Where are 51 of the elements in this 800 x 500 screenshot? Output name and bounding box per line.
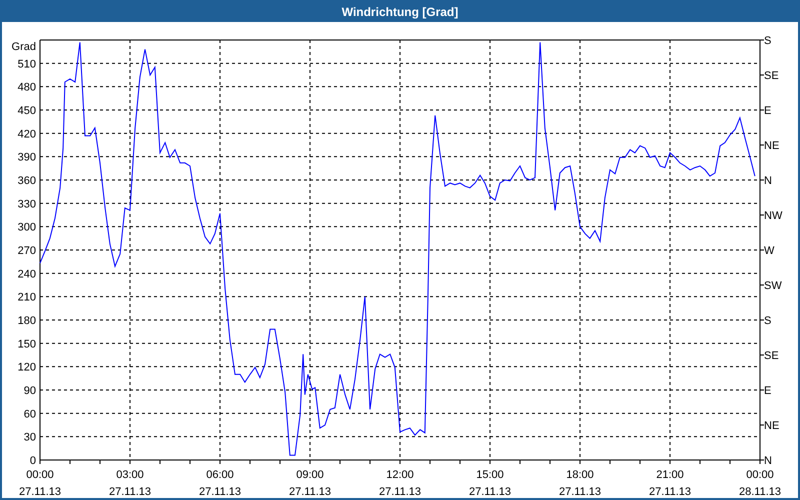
y-tick-label: 240 (18, 268, 36, 280)
x-tick-label: 12:00 (386, 469, 414, 481)
x-tick-label: 00:00 (746, 469, 774, 481)
y-tick-label: 0 (30, 455, 36, 467)
x-tick-label: 00:00 (26, 469, 54, 481)
y-tick-label: 330 (18, 198, 36, 210)
date-label: 28.11.13 (739, 486, 781, 498)
direction-label: SE (764, 350, 779, 362)
y-tick-label: 30 (24, 432, 36, 444)
date-label: 27.11.13 (649, 486, 691, 498)
window-title: Windrichtung [Grad] (2, 2, 798, 22)
direction-label: NE (764, 140, 780, 152)
y-tick-label: 180 (18, 315, 36, 327)
y-tick-label: 90 (24, 385, 36, 397)
x-tick-label: 06:00 (206, 469, 234, 481)
x-tick-label: 15:00 (476, 469, 504, 481)
direction-label: E (764, 385, 772, 397)
y-tick-label: 480 (18, 82, 36, 94)
y-tick-label: 120 (18, 362, 36, 374)
date-label: 27.11.13 (469, 486, 511, 498)
date-label: 27.11.13 (289, 486, 331, 498)
direction-label: E (764, 105, 772, 117)
y-tick-label: 390 (18, 152, 36, 164)
date-label: 27.11.13 (109, 486, 151, 498)
date-label: 27.11.13 (199, 486, 241, 498)
direction-label: NW (764, 210, 782, 222)
date-label: 27.11.13 (19, 486, 61, 498)
y-tick-label: 150 (18, 338, 36, 350)
direction-label: SW (764, 280, 782, 292)
y-tick-label: 450 (18, 105, 36, 117)
y-tick-label: 510 (18, 58, 36, 70)
y-tick-label: 300 (18, 222, 36, 234)
x-tick-label: 18:00 (566, 469, 594, 481)
direction-label: SE (764, 70, 779, 82)
direction-label: N (764, 455, 772, 467)
direction-label: W (764, 245, 774, 257)
x-tick-label: 09:00 (296, 469, 324, 481)
y-tick-label: 270 (18, 245, 36, 257)
y-tick-label: 360 (18, 175, 36, 187)
y-tick-label: 420 (18, 128, 36, 140)
y-axis-title: Grad (12, 41, 36, 53)
x-tick-label: 03:00 (116, 469, 144, 481)
y-tick-label: 210 (18, 292, 36, 304)
x-tick-label: 21:00 (656, 469, 684, 481)
direction-label: S (764, 315, 772, 327)
direction-label: NE (764, 420, 780, 432)
direction-label: S (764, 35, 772, 47)
date-label: 27.11.13 (379, 486, 421, 498)
direction-label: N (764, 175, 772, 187)
date-label: 27.11.13 (559, 486, 601, 498)
y-tick-label: 60 (24, 408, 36, 420)
